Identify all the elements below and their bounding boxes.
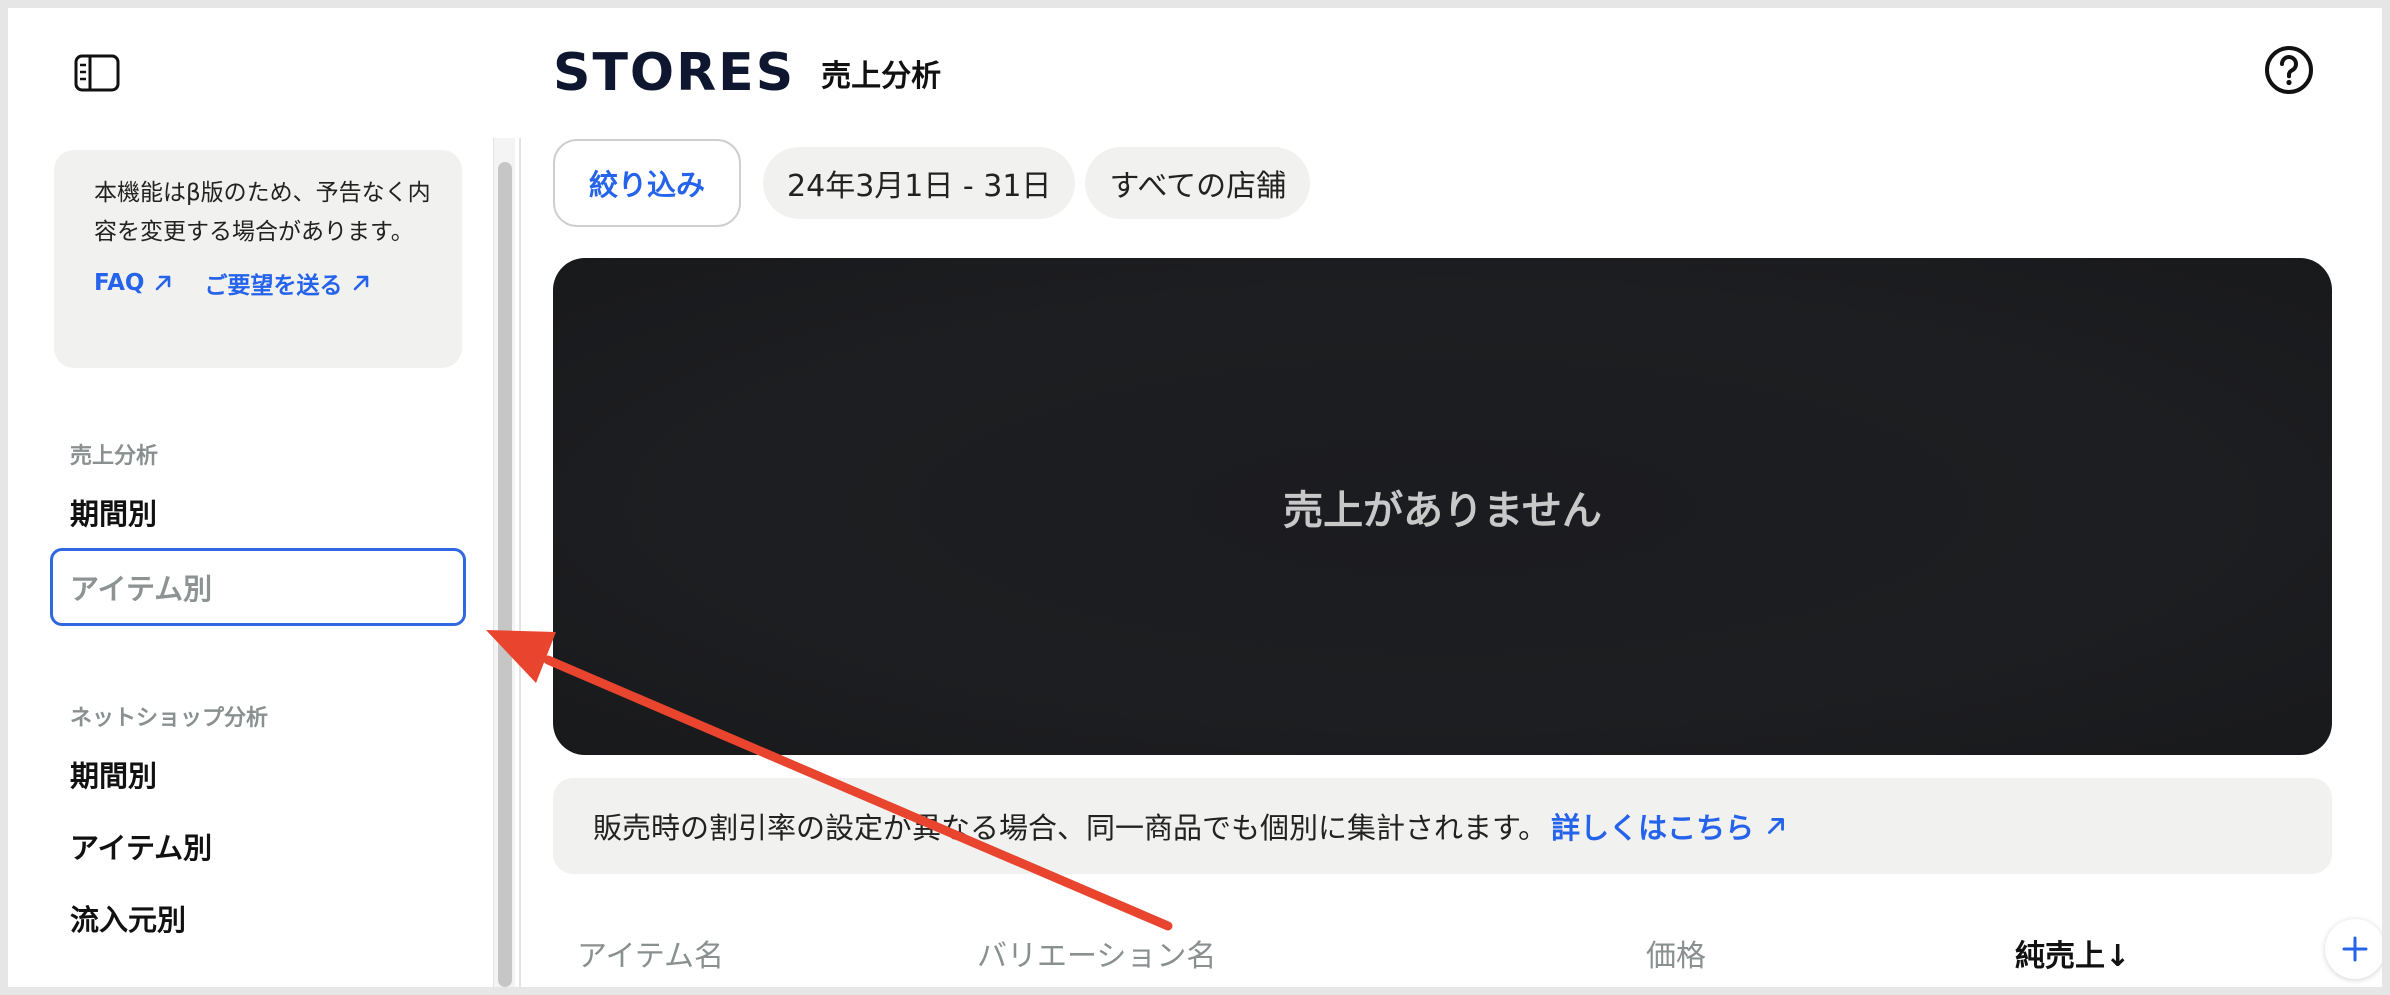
sidebar-item-sales-by-period[interactable]: 期間別 bbox=[50, 476, 466, 548]
header-brand: STORES 売上分析 bbox=[553, 38, 941, 108]
sidebar-toggle-button[interactable] bbox=[72, 48, 122, 98]
table-header: アイテム名 バリエーション名 価格 純売上↓ bbox=[553, 913, 2382, 987]
sidebar-item-label: 流入元別 bbox=[70, 903, 187, 937]
sidebar-item-label: 期間別 bbox=[70, 759, 158, 793]
faq-link[interactable]: FAQ bbox=[94, 266, 174, 300]
date-range-chip[interactable]: 24年3月1日 - 31日 bbox=[763, 147, 1076, 219]
sales-chart-panel: 売上がありません bbox=[553, 258, 2332, 755]
external-link-icon bbox=[1768, 818, 1785, 834]
section-label-sales-analysis: 売上分析 bbox=[70, 444, 159, 469]
column-header-item-name[interactable]: アイテム名 bbox=[577, 931, 724, 975]
details-link-label: 詳しくはこちら bbox=[1551, 811, 1755, 845]
help-icon bbox=[2265, 46, 2313, 94]
sidebar-scrollbar[interactable] bbox=[493, 138, 515, 987]
plus-icon bbox=[2342, 936, 2368, 962]
sidebar-scrollbar-thumb[interactable] bbox=[498, 162, 512, 987]
empty-state-message: 売上がありません bbox=[1283, 487, 1602, 534]
store-chip[interactable]: すべての店舗 bbox=[1085, 147, 1311, 219]
column-header-net-sales[interactable]: 純売上↓ bbox=[2015, 931, 2130, 975]
external-link-icon bbox=[156, 275, 171, 291]
sidebar-item-label: アイテム別 bbox=[70, 831, 213, 865]
sidebar-item-sales-by-item[interactable]: アイテム別 bbox=[50, 548, 466, 626]
sidebar-item-netshop-by-item[interactable]: アイテム別 bbox=[50, 810, 466, 882]
sidebar-divider bbox=[519, 138, 521, 987]
send-feedback-link-label: ご要望を送る bbox=[204, 273, 343, 299]
app-window: STORES 売上分析 本機能はβ版のため、予告なく内容を変更する場合があります… bbox=[8, 8, 2382, 987]
add-column-button[interactable] bbox=[2325, 919, 2382, 979]
sidebar: 本機能はβ版のため、予告なく内容を変更する場合があります。 FAQ ご要望を送る… bbox=[8, 138, 502, 987]
beta-notice-links: FAQ ご要望を送る bbox=[94, 266, 432, 300]
details-link[interactable]: 詳しくはこちら bbox=[1551, 805, 1788, 847]
sidebar-item-label: 期間別 bbox=[70, 497, 158, 531]
info-bar: 販売時の割引率の設定が異なる場合、同一商品でも個別に集計されます。 詳しくはこち… bbox=[553, 778, 2332, 874]
brand-logo: STORES bbox=[553, 43, 796, 103]
sidebar-item-netshop-by-period[interactable]: 期間別 bbox=[50, 738, 466, 810]
sidebar-item-label: アイテム別 bbox=[70, 572, 213, 606]
external-link-icon bbox=[354, 275, 369, 291]
beta-notice: 本機能はβ版のため、予告なく内容を変更する場合があります。 FAQ ご要望を送る bbox=[54, 150, 462, 368]
column-header-variation-name[interactable]: バリエーション名 bbox=[977, 931, 1216, 975]
page-title: 売上分析 bbox=[821, 59, 942, 94]
sidebar-panel-icon bbox=[74, 54, 120, 92]
filter-row: 絞り込み 24年3月1日 - 31日 すべての店舗 bbox=[553, 138, 1311, 228]
faq-link-label: FAQ bbox=[94, 270, 145, 296]
column-header-price[interactable]: 価格 bbox=[1646, 931, 1706, 975]
send-feedback-link[interactable]: ご要望を送る bbox=[204, 266, 372, 300]
section-label-netshop-analysis: ネットショップ分析 bbox=[70, 706, 269, 731]
filter-button[interactable]: 絞り込み bbox=[553, 139, 742, 227]
help-button[interactable] bbox=[2261, 42, 2317, 98]
info-text: 販売時の割引率の設定が異なる場合、同一商品でも個別に集計されます。 bbox=[593, 811, 1548, 845]
beta-notice-text: 本機能はβ版のため、予告なく内容を変更する場合があります。 bbox=[94, 180, 431, 245]
sidebar-item-netshop-by-source[interactable]: 流入元別 bbox=[50, 882, 466, 954]
